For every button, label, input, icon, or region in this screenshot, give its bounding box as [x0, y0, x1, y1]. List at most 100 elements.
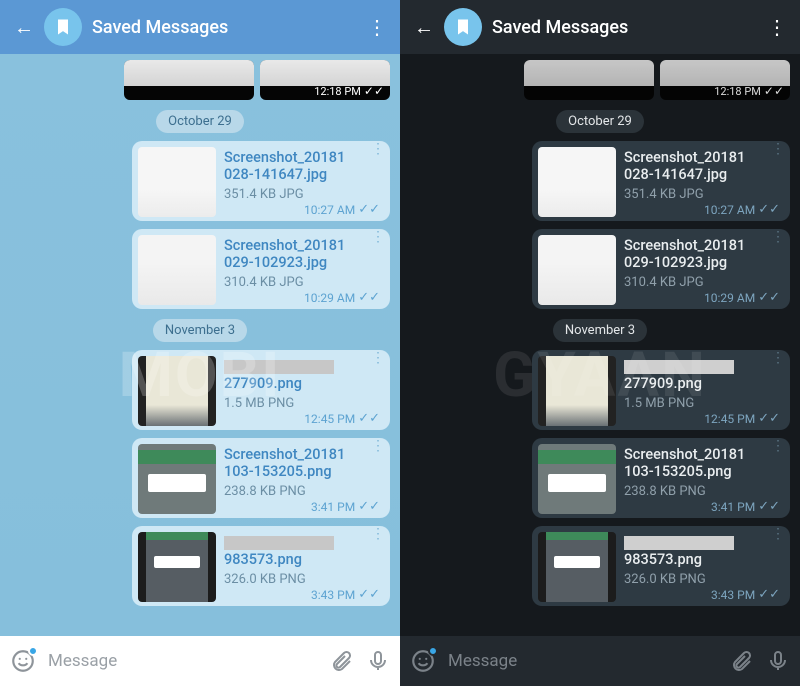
file-name: 029-102923.jpg	[224, 254, 327, 271]
file-thumb[interactable]	[138, 235, 216, 305]
message[interactable]: ⋮ Screenshot_20181028-141647.jpg 351.4 K…	[410, 141, 790, 221]
notification-dot-icon	[28, 646, 38, 656]
message-input[interactable]: Message	[448, 651, 718, 671]
input-bar: Message	[400, 636, 800, 686]
file-name: 028-141647.jpg	[224, 166, 327, 183]
file-name: Screenshot_20181	[224, 149, 345, 166]
message[interactable]: ⋮ 983573.png 326.0 KB PNG 3:43 PM✓✓	[410, 526, 790, 606]
back-button[interactable]: ←	[408, 15, 440, 40]
message[interactable]: ⋮ Screenshot_20181028-141647.jpg 351.4 K…	[10, 141, 390, 221]
sticker-button[interactable]	[10, 648, 36, 674]
bookmark-icon	[453, 17, 473, 37]
file-thumb[interactable]	[538, 356, 616, 426]
file-meta: 351.4 KB JPG	[224, 187, 382, 202]
chat-title: Saved Messages	[492, 17, 762, 38]
redacted-text	[624, 360, 734, 374]
date-divider: October 29	[156, 110, 244, 133]
message-time: 3:43 PM	[311, 588, 355, 602]
message-time: 3:41 PM	[711, 500, 755, 514]
message-time: 3:43 PM	[711, 588, 755, 602]
read-checks-icon: ✓✓	[758, 202, 780, 217]
file-name: 277909.png	[624, 375, 702, 392]
file-thumb[interactable]	[138, 532, 216, 602]
image-thumb[interactable]: 12:18 PM✓✓	[260, 60, 390, 100]
menu-button[interactable]: ⋮	[762, 15, 792, 39]
file-meta: 326.0 KB PNG	[624, 572, 782, 587]
paperclip-icon	[330, 649, 354, 673]
file-thumb[interactable]	[538, 147, 616, 217]
read-checks-icon: ✓✓	[358, 202, 380, 217]
file-name: 983573.png	[224, 551, 302, 568]
file-name: 277909.png	[224, 375, 302, 392]
read-checks-icon: ✓✓	[758, 499, 780, 514]
read-checks-icon: ✓✓	[358, 290, 380, 305]
top-image-row[interactable]: 12:18 PM✓✓	[410, 60, 790, 100]
panel-light: ← Saved Messages ⋮ MOBI 12:18 PM✓✓ Octob…	[0, 0, 400, 686]
file-thumb[interactable]	[538, 444, 616, 514]
input-bar: Message	[0, 636, 400, 686]
voice-button[interactable]	[766, 649, 790, 673]
mic-icon	[766, 649, 790, 673]
read-checks-icon: ✓✓	[358, 499, 380, 514]
message[interactable]: ⋮ Screenshot_20181103-153205.png 238.8 K…	[410, 438, 790, 518]
message[interactable]: ⋮ Screenshot_20181029-102923.jpg 310.4 K…	[10, 229, 390, 309]
chat-area[interactable]: MOBI 12:18 PM✓✓ October 29 ⋮ Screenshot_…	[0, 54, 400, 636]
top-image-row[interactable]: 12:18 PM✓✓	[10, 60, 390, 100]
attach-button[interactable]	[730, 649, 754, 673]
message[interactable]: ⋮ Screenshot_20181029-102923.jpg 310.4 K…	[410, 229, 790, 309]
image-thumb[interactable]	[124, 60, 254, 100]
redacted-text	[624, 536, 734, 550]
message[interactable]: ⋮ 277909.png 1.5 MB PNG 12:45 PM✓✓	[10, 350, 390, 430]
read-checks-icon: ✓✓	[364, 84, 384, 98]
file-name: 029-102923.jpg	[624, 254, 727, 271]
message[interactable]: ⋮ 277909.png 1.5 MB PNG 12:45 PM✓✓	[410, 350, 790, 430]
file-name: Screenshot_20181	[224, 446, 345, 463]
header: ← Saved Messages ⋮	[0, 0, 400, 54]
file-name: Screenshot_20181	[624, 237, 745, 254]
date-divider: October 29	[556, 110, 644, 133]
avatar[interactable]	[44, 8, 82, 46]
read-checks-icon: ✓✓	[758, 290, 780, 305]
message[interactable]: ⋮ Screenshot_20181103-153205.png 238.8 K…	[10, 438, 390, 518]
file-thumb[interactable]	[538, 532, 616, 602]
file-meta: 1.5 MB PNG	[624, 396, 782, 411]
image-thumb[interactable]: 12:18 PM✓✓	[660, 60, 790, 100]
file-name: Screenshot_20181	[624, 446, 745, 463]
message-time: 3:41 PM	[311, 500, 355, 514]
redacted-text	[224, 360, 334, 374]
file-name: Screenshot_20181	[224, 237, 345, 254]
message-time: 10:27 AM	[704, 203, 755, 217]
file-thumb[interactable]	[138, 356, 216, 426]
back-button[interactable]: ←	[8, 15, 40, 40]
message-time: 12:18 PM	[714, 85, 761, 98]
message-time: 10:27 AM	[304, 203, 355, 217]
file-name: Screenshot_20181	[624, 149, 745, 166]
message[interactable]: ⋮ 983573.png 326.0 KB PNG 3:43 PM✓✓	[10, 526, 390, 606]
chat-area[interactable]: GYAAN 12:18 PM✓✓ October 29 ⋮ Screenshot…	[400, 54, 800, 636]
image-thumb[interactable]	[524, 60, 654, 100]
file-meta: 238.8 KB PNG	[224, 484, 382, 499]
file-thumb[interactable]	[138, 147, 216, 217]
file-meta: 310.4 KB JPG	[224, 275, 382, 290]
file-thumb[interactable]	[138, 444, 216, 514]
chat-title: Saved Messages	[92, 17, 362, 38]
file-thumb[interactable]	[538, 235, 616, 305]
avatar[interactable]	[444, 8, 482, 46]
message-time: 12:18 PM	[314, 85, 361, 98]
message-time: 10:29 AM	[704, 291, 755, 305]
file-name: 103-153205.png	[224, 463, 332, 480]
message-input[interactable]: Message	[48, 651, 318, 671]
paperclip-icon	[730, 649, 754, 673]
read-checks-icon: ✓✓	[758, 411, 780, 426]
sticker-button[interactable]	[410, 648, 436, 674]
attach-button[interactable]	[330, 649, 354, 673]
file-name: 028-141647.jpg	[624, 166, 727, 183]
panel-dark: ← Saved Messages ⋮ GYAAN 12:18 PM✓✓ Octo…	[400, 0, 800, 686]
menu-button[interactable]: ⋮	[362, 15, 392, 39]
read-checks-icon: ✓✓	[358, 587, 380, 602]
file-name: 103-153205.png	[624, 463, 732, 480]
read-checks-icon: ✓✓	[764, 84, 784, 98]
voice-button[interactable]	[366, 649, 390, 673]
file-meta: 326.0 KB PNG	[224, 572, 382, 587]
file-meta: 238.8 KB PNG	[624, 484, 782, 499]
